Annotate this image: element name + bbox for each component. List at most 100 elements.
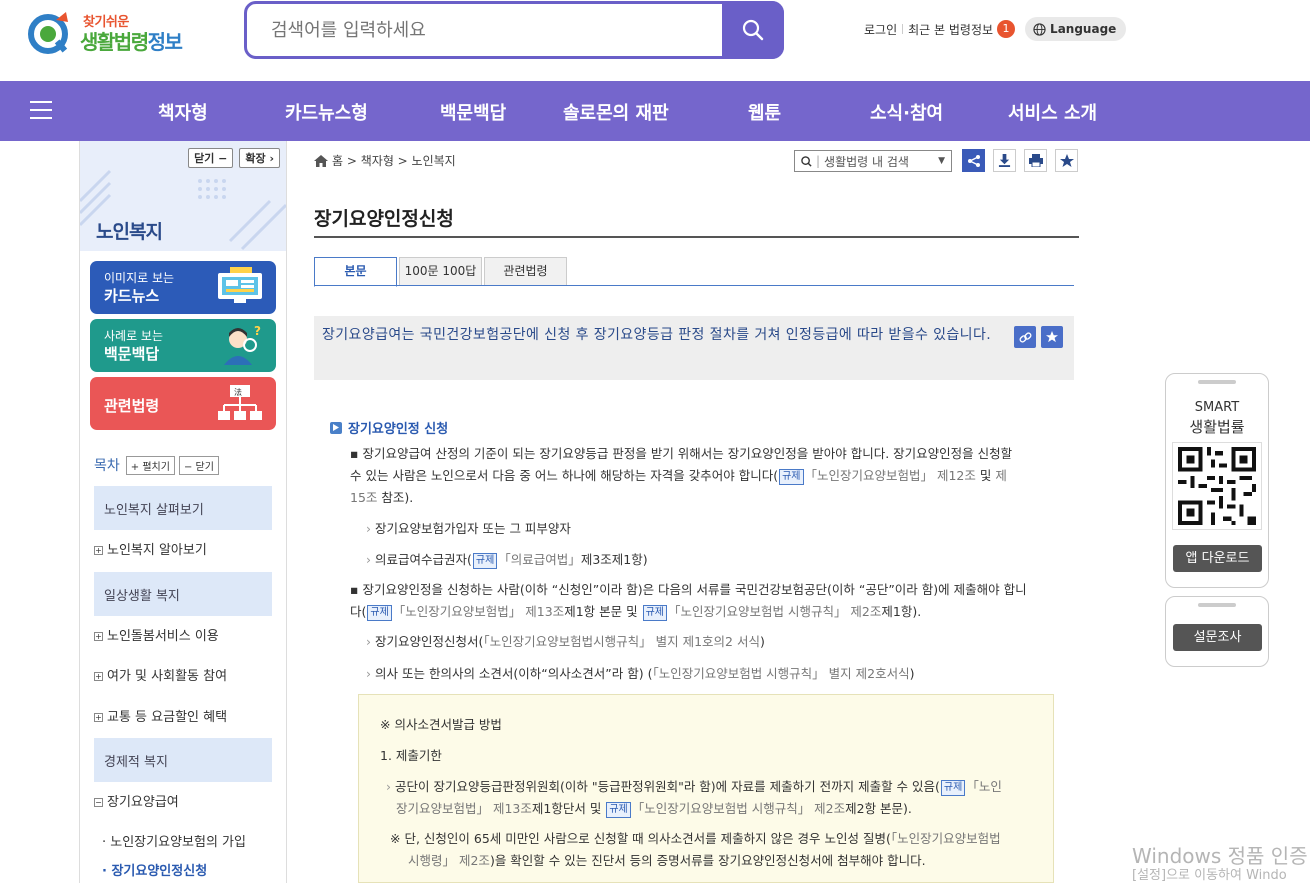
copy-link-button[interactable]	[1014, 326, 1036, 348]
recent-laws-link[interactable]: 최근 본 법령정보	[908, 21, 993, 38]
paragraph-1: ▪ 장기요양급여 산정의 기준이 되는 장기요양등급 판정을 받기 위해서는 장기…	[350, 446, 1013, 505]
list-item: › 의사 또는 한의사의 소견서(이하“의사소견서”라 함) (「노인장기요양보험…	[366, 666, 915, 681]
print-button[interactable]	[1024, 149, 1047, 172]
site-header: 찾기쉬운 생활법령정보 로그인 최근 본 법령정보 1 Language	[0, 0, 1310, 80]
toc-expand-button[interactable]: + 펼치기	[125, 455, 175, 475]
inner-search-select[interactable]: | 생활법령 내 검색 ▼	[794, 150, 952, 172]
menu-icon[interactable]	[30, 101, 52, 119]
smart-sub-label: 생활법률	[1189, 418, 1245, 436]
note-text: 제1항단서 및	[531, 801, 602, 816]
tab-related-laws[interactable]: 관련법령	[484, 257, 567, 286]
nav-item-about[interactable]: 서비스 소개	[1008, 99, 1097, 125]
smart-label: SMART	[1194, 400, 1240, 415]
law-link[interactable]: 「노인장기요양보험법 시행규칙」 별지 제2호서식	[652, 666, 909, 681]
nav-item-qa[interactable]: 백문백답	[440, 99, 506, 125]
breadcrumb-booklet[interactable]: 책자형	[361, 152, 394, 169]
breadcrumb-current[interactable]: 노인복지	[412, 152, 456, 169]
toc-item-ltc-benefit[interactable]: − 장기요양급여	[94, 791, 179, 810]
law-link[interactable]: 장기요양보험법」 제13조	[396, 801, 532, 816]
toc-item-label: 여가 및 사회활동 참여	[107, 669, 228, 684]
regulation-tag[interactable]: 규제	[940, 780, 966, 796]
toc-item-leisure[interactable]: + 여가 및 사회활동 참여	[94, 665, 227, 684]
toc-section-overview[interactable]: 노인복지 살펴보기	[94, 486, 272, 530]
nav-item-webtoon[interactable]: 웹툰	[748, 99, 781, 125]
inner-search-label: 생활법령 내 검색	[824, 154, 909, 169]
toc-close-button[interactable]: − 닫기	[178, 455, 219, 475]
toc-item-care-service[interactable]: + 노인돌봄서비스 이용	[94, 625, 219, 644]
expand-icon: +	[94, 672, 103, 681]
svg-text:法: 法	[234, 387, 242, 397]
note-text: 공단이 장기요양등급판정위원회(이하 "등급판정위원회"라 함)에 자료를 제출…	[395, 779, 940, 794]
favorite-button[interactable]	[1041, 326, 1063, 348]
toc-item-label: 장기요양인정신청	[111, 864, 208, 879]
nav-item-cardnews[interactable]: 카드뉴스형	[285, 99, 368, 125]
law-link[interactable]: 「노인장기요양보험법시행규칙」 별지 제1호의2 서식	[483, 634, 760, 649]
p1-line2: 수 있는 사람은 노인으로서 다음 중 어느 하나에 해당하는 자격을 갖추어야…	[350, 468, 779, 483]
law-link[interactable]: 15조	[350, 490, 377, 505]
list-item: › 장기요양보험가입자 또는 그 피부양자	[366, 521, 571, 536]
law-link[interactable]: 「의료급여법」	[498, 552, 581, 567]
law-link[interactable]: 시행령」 제2조	[408, 853, 490, 868]
p2-line1: 장기요양인정을 신청하는 사람(이하 “신청인”이라 함)은 다음의 서류를 국…	[362, 582, 1027, 597]
toc-section-economic[interactable]: 경제적 복지	[94, 738, 272, 782]
sidebar-title: 노인복지	[96, 221, 163, 243]
law-link[interactable]: 「노인장기요양보험법」 제13조	[393, 604, 564, 619]
nav-item-booklet[interactable]: 책자형	[158, 99, 208, 125]
banner-title: 백문백답	[104, 345, 160, 363]
recent-count-badge: 1	[997, 20, 1016, 38]
law-link[interactable]: 「노인장기요양보험법 시행규칙」 제2조	[632, 801, 845, 816]
share-icon	[967, 154, 980, 167]
link-icon	[1019, 331, 1031, 343]
law-link[interactable]: 「노인장기요양보험법 시행규칙」 제2조	[668, 604, 881, 619]
related-laws-banner[interactable]: 관련법령 法	[90, 377, 276, 430]
login-link[interactable]: 로그인	[864, 21, 897, 38]
sidebar-close-button[interactable]: 닫기 −	[188, 148, 234, 168]
download-button[interactable]	[993, 149, 1016, 172]
star-icon	[1059, 153, 1074, 167]
regulation-tag[interactable]: 규제	[779, 469, 804, 485]
tab-content[interactable]: 본문	[314, 257, 397, 287]
breadcrumb-home[interactable]: 홈	[332, 152, 343, 169]
toc-item-welfare-info[interactable]: + 노인복지 알아보기	[94, 539, 207, 558]
hierarchy-icon: 法	[218, 385, 262, 420]
regulation-tag[interactable]: 규제	[472, 553, 498, 569]
home-icon[interactable]	[314, 154, 328, 167]
toc-subitem-application[interactable]: · 장기요양인정신청	[102, 860, 207, 879]
sidebar-expand-button[interactable]: 확장 ›	[239, 148, 280, 168]
print-icon	[1028, 154, 1043, 167]
regulation-tag[interactable]: 규제	[606, 802, 631, 818]
summary-box: 장기요양급여는 국민건강보험공단에 신청 후 장기요양등급 판정 절차를 거쳐 …	[314, 316, 1074, 380]
search-input[interactable]	[271, 18, 711, 42]
law-link[interactable]: 「노인장기요양보험법	[891, 831, 1001, 846]
share-button[interactable]	[962, 149, 985, 172]
law-link[interactable]: 제	[995, 468, 1007, 483]
survey-button[interactable]: 설문조사	[1173, 624, 1262, 651]
cardnews-banner[interactable]: 이미지로 보는 카드뉴스	[90, 261, 276, 314]
toc-section-daily-life[interactable]: 일상생활 복지	[94, 572, 272, 616]
regulation-tag[interactable]: 규제	[367, 605, 392, 621]
bookmark-button[interactable]	[1055, 149, 1078, 172]
banner-caption: 사례로 보는	[104, 329, 164, 343]
toc-subitem-insurance-join[interactable]: · 노인장기요양보험의 가입	[102, 831, 246, 850]
summary-text: 장기요양급여는 국민건강보험공단에 신청 후 장기요양등급 판정 절차를 거쳐 …	[322, 327, 992, 343]
language-button[interactable]: Language	[1025, 17, 1127, 41]
law-link[interactable]: 「노인장기요양보험법」 제12조	[805, 468, 976, 483]
tab-100qa[interactable]: 100문 100답	[399, 257, 482, 286]
paragraph-2: ▪ 장기요양인정을 신청하는 사람(이하 “신청인”이라 함)은 다음의 서류를 …	[350, 582, 1027, 621]
qa-banner[interactable]: 사례로 보는 백문백답 ?	[90, 319, 276, 372]
app-download-button[interactable]: 앱 다운로드	[1173, 545, 1262, 572]
toc-item-label: 교통 등 요금할인 혜택	[107, 710, 228, 725]
search-box	[244, 1, 784, 59]
regulation-tag[interactable]: 규제	[642, 605, 667, 621]
toc-item-label: 장기요양급여	[107, 795, 179, 810]
nav-item-news[interactable]: 소식·참여	[870, 99, 943, 125]
search-button[interactable]	[722, 1, 784, 59]
site-logo[interactable]: 찾기쉬운 생활법령정보	[28, 8, 198, 56]
survey-panel: 설문조사	[1165, 596, 1269, 667]
toc-item-discount[interactable]: + 교통 등 요금할인 혜택	[94, 706, 227, 725]
nav-item-solomon[interactable]: 솔로몬의 재판	[563, 99, 669, 125]
law-link[interactable]: 「노인	[966, 779, 1002, 794]
expand-icon: +	[94, 546, 103, 555]
note-paragraph-1: › 공단이 장기요양등급판정위원회(이하 "등급판정위원회"라 함)에 자료를 제…	[386, 779, 1002, 818]
divider	[902, 24, 904, 34]
